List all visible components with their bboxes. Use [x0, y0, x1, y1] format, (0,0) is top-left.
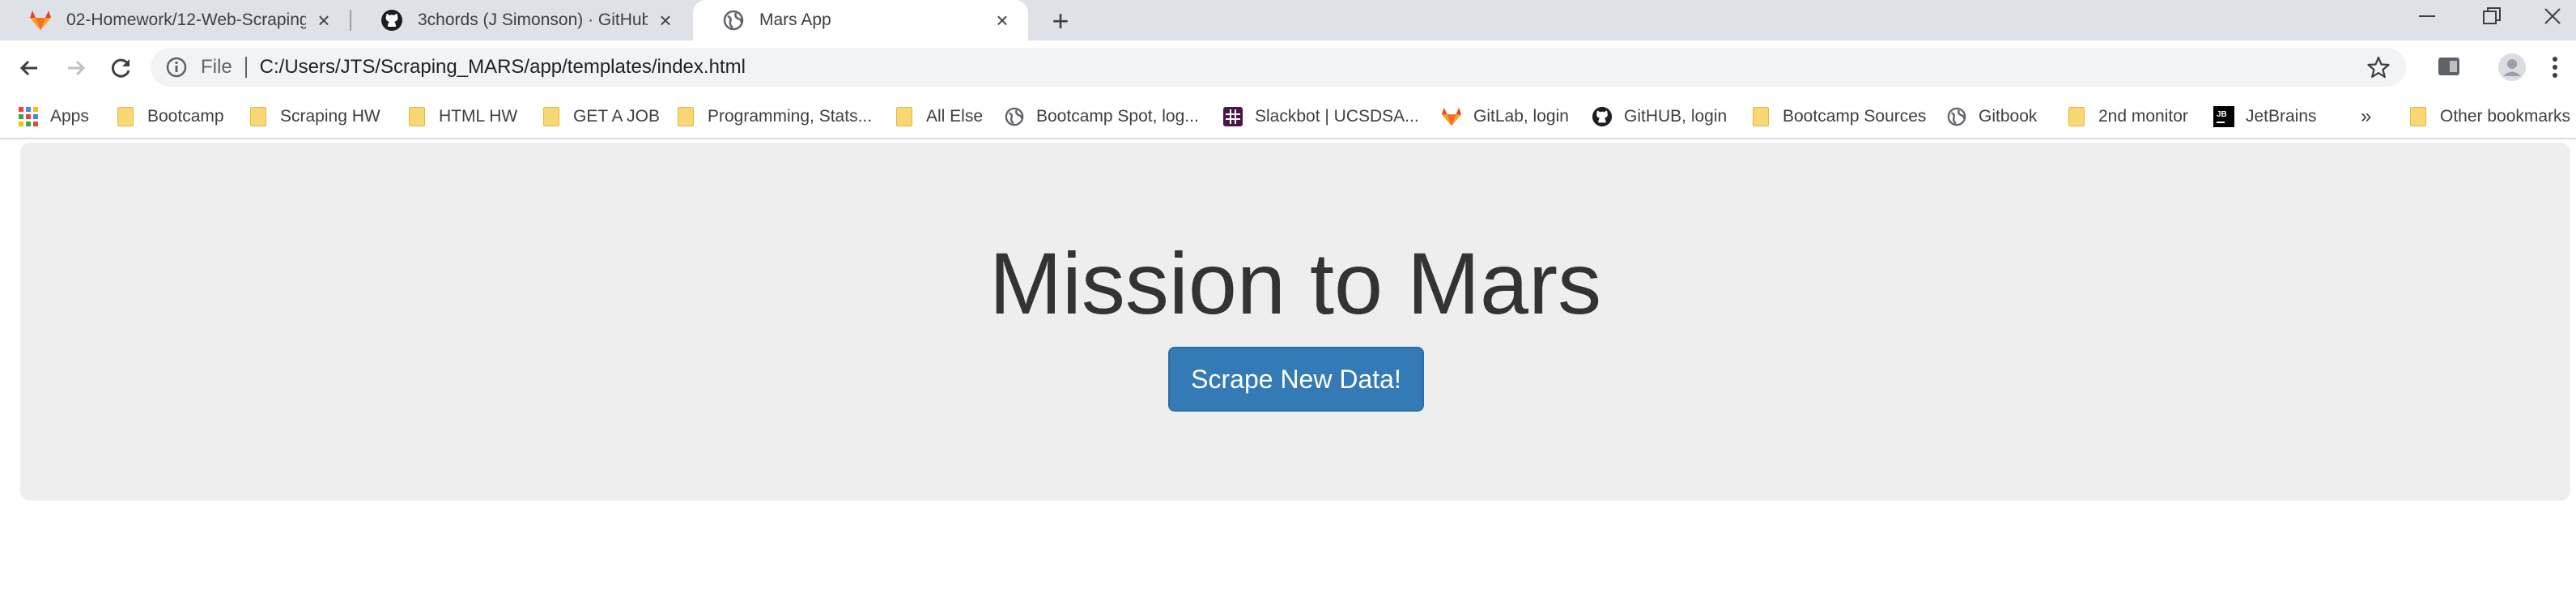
- bookmark-gitlab-login[interactable]: GitLab, login: [1441, 100, 1569, 133]
- info-icon[interactable]: [164, 54, 189, 80]
- forward-arrow-icon: [68, 60, 86, 76]
- folder-icon: [406, 106, 427, 127]
- bookmark-2nd-monitor[interactable]: 2nd monitor: [2066, 100, 2188, 133]
- address-divider: [244, 57, 247, 78]
- folder-icon: [1750, 106, 1771, 127]
- page-title: Mission to Mars: [988, 234, 1602, 332]
- bookmark-label: All Else: [926, 107, 984, 126]
- close-icon[interactable]: ×: [991, 8, 1014, 32]
- back-button[interactable]: [13, 52, 45, 84]
- bookmark-slackbot[interactable]: Slackbot | UCSDSA...: [1222, 100, 1419, 133]
- new-tab-button[interactable]: +: [1044, 4, 1077, 37]
- back-arrow-icon: [19, 60, 37, 76]
- gitlab-icon: [1441, 106, 1462, 127]
- bookmark-label: GitHUB, login: [1624, 107, 1728, 126]
- bookmarks-bar: Apps Bootcamp Scraping HW HTML HW GET A …: [0, 94, 2576, 139]
- bookmark-star-icon[interactable]: [2366, 54, 2391, 80]
- tab-strip: 02-Homework/12-Web-Scraping × 3chords (J…: [0, 0, 2576, 41]
- reload-button[interactable]: [105, 52, 138, 84]
- bookmark-bootcamp[interactable]: Bootcamp: [115, 100, 224, 133]
- folder-icon: [894, 106, 915, 127]
- forward-button[interactable]: [60, 52, 92, 84]
- folder-icon: [248, 106, 269, 127]
- bookmark-bootcamp-spot[interactable]: Bootcamp Spot, log...: [1004, 100, 1199, 133]
- bookmark-label: JetBrains: [2246, 107, 2317, 126]
- minimize-button[interactable]: [2403, 0, 2451, 32]
- bookmark-github-login[interactable]: GitHUB, login: [1592, 100, 1727, 133]
- bookmark-label: Slackbot | UCSDSA...: [1255, 107, 1419, 126]
- github-icon: [1592, 106, 1613, 127]
- bookmarks-overflow-button[interactable]: »: [2361, 100, 2371, 133]
- bookmark-label: GET A JOB: [573, 107, 660, 126]
- globe-icon: [721, 7, 746, 33]
- bookmark-label: Scraping HW: [280, 107, 380, 126]
- scrape-new-data-button[interactable]: Scrape New Data!: [1168, 347, 1424, 412]
- bookmark-html-hw[interactable]: HTML HW: [406, 100, 517, 133]
- bookmark-label: Bootcamp: [147, 107, 224, 126]
- bookmark-scraping-hw[interactable]: Scraping HW: [248, 100, 380, 133]
- bookmark-label: Gitbook: [1979, 107, 2038, 126]
- bookmark-label: Programming, Stats...: [708, 107, 873, 126]
- url-text[interactable]: C:/Users/JTS/Scraping_MARS/app/templates…: [260, 56, 746, 79]
- profile-avatar-icon[interactable]: [2495, 50, 2529, 84]
- globe-icon: [1946, 106, 1967, 127]
- folder-icon: [675, 106, 696, 127]
- bookmark-label: GitLab, login: [1473, 107, 1569, 126]
- tab-title: 3chords (J Simonson) · GitHub: [418, 11, 648, 29]
- bookmark-apps[interactable]: Apps: [18, 100, 89, 133]
- reload-icon: [111, 58, 130, 78]
- close-icon[interactable]: ×: [654, 8, 677, 32]
- bookmark-all-else[interactable]: All Else: [894, 100, 983, 133]
- tab-title: 02-Homework/12-Web-Scraping: [66, 11, 306, 29]
- extension-icon[interactable]: [2432, 50, 2466, 84]
- folder-icon: [115, 106, 136, 127]
- chevron-double-right-icon: »: [2361, 105, 2372, 127]
- bookmark-get-a-job[interactable]: GET A JOB: [541, 100, 660, 133]
- svg-text:JB: JB: [2217, 110, 2227, 119]
- tab-gitlab-homework[interactable]: 02-Homework/12-Web-Scraping ×: [0, 0, 350, 41]
- slack-icon: [1222, 106, 1243, 127]
- tab-github-profile[interactable]: 3chords (J Simonson) · GitHub ×: [351, 0, 691, 41]
- close-window-button[interactable]: [2529, 0, 2576, 32]
- bookmark-label: Apps: [50, 107, 89, 126]
- jumbotron: Mission to Mars Scrape New Data!: [20, 143, 2570, 501]
- bookmark-programming-stats[interactable]: Programming, Stats...: [675, 100, 872, 133]
- bookmark-label: HTML HW: [439, 107, 518, 126]
- bookmark-gitbook[interactable]: Gitbook: [1946, 100, 2037, 133]
- address-bar[interactable]: File C:/Users/JTS/Scraping_MARS/app/temp…: [151, 48, 2406, 87]
- bookmark-label: Bootcamp Spot, log...: [1036, 107, 1199, 126]
- bookmark-label: Other bookmarks: [2440, 107, 2571, 126]
- apps-grid-icon: [18, 106, 39, 127]
- tab-mars-app[interactable]: Mars App ×: [693, 0, 1028, 41]
- browser-toolbar: File C:/Users/JTS/Scraping_MARS/app/temp…: [0, 41, 2576, 94]
- bookmark-other-bookmarks[interactable]: Other bookmarks: [2408, 100, 2570, 133]
- restore-button[interactable]: [2468, 0, 2516, 32]
- tab-title: Mars App: [759, 11, 831, 29]
- jetbrains-icon: JB: [2213, 106, 2234, 127]
- close-icon[interactable]: ×: [312, 8, 335, 32]
- bookmark-label: Bootcamp Sources: [1783, 107, 1927, 126]
- bookmark-label: 2nd monitor: [2098, 107, 2188, 126]
- menu-kebab-icon[interactable]: [2540, 50, 2570, 84]
- scheme-label: File: [201, 56, 232, 78]
- globe-icon: [1004, 106, 1025, 127]
- bookmark-bootcamp-sources[interactable]: Bootcamp Sources: [1750, 100, 1926, 133]
- folder-icon: [2408, 106, 2429, 127]
- github-icon: [379, 7, 405, 33]
- bookmark-jetbrains[interactable]: JB JetBrains: [2213, 100, 2317, 133]
- gitlab-icon: [28, 7, 53, 33]
- folder-icon: [2066, 106, 2087, 127]
- folder-icon: [541, 106, 562, 127]
